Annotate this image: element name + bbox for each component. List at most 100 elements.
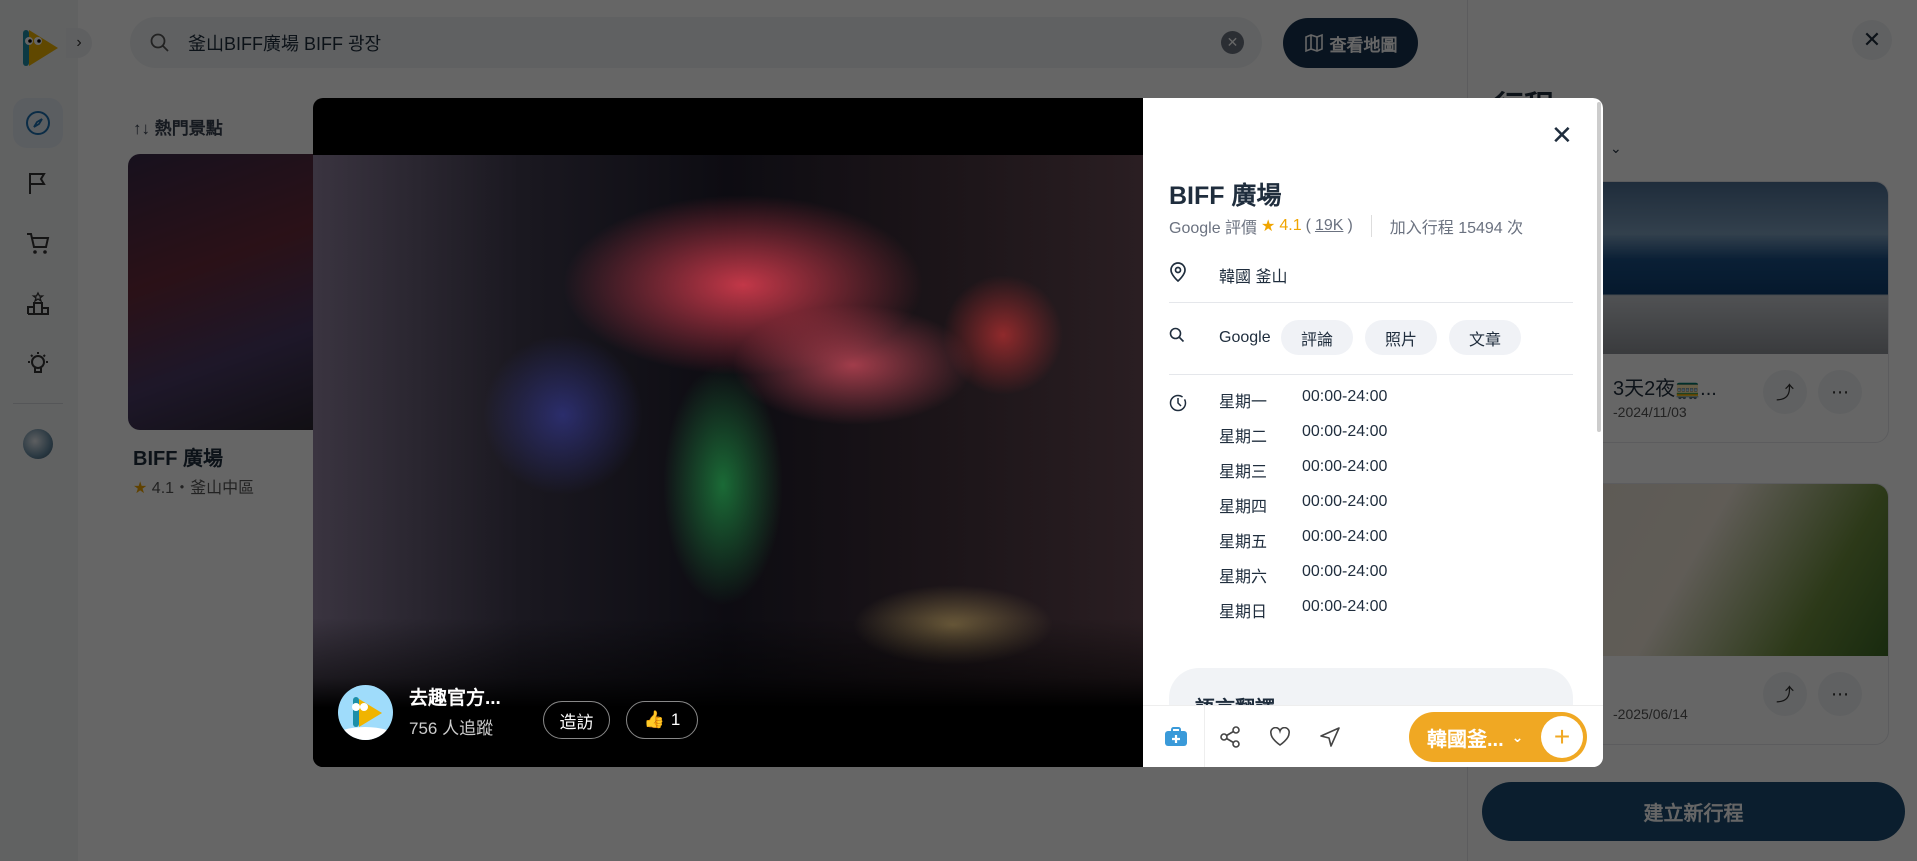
plus-icon[interactable]: + [1541,716,1583,758]
day: 星期六 [1219,569,1268,586]
hours-row: 星期四 00:00-24:00 [1219,493,1387,528]
expand-sidebar-button[interactable]: › [66,28,92,58]
day: 星期四 [1219,499,1268,516]
divider [1370,215,1372,237]
sort-label[interactable]: ↑↓ 熱門景點 [133,114,223,139]
trip-date: -2025/06/14 [1613,706,1688,722]
search-icon [1169,327,1219,348]
day: 星期日 [1219,604,1268,621]
trip-select-label[interactable]: 韓國釜... [1427,723,1504,752]
clock-icon [1169,394,1187,417]
chevron-down-icon: ⌄ [1511,728,1524,745]
place-card-rating: 4.1 [151,480,175,497]
sidebar-divider [13,403,63,404]
chip-reviews[interactable]: 評論 [1281,320,1354,355]
divider [1169,374,1573,375]
more-options-button[interactable]: ⋯ [1818,370,1862,414]
sidebar: › [0,0,92,861]
place-info-panel: ✕ BIFF 廣場 Google 評價 ★ 4.1 (19K) 加入行程 1549… [1143,98,1603,767]
new-trip-button[interactable]: 建立新行程 [1482,782,1905,841]
nav-trips[interactable] [13,158,63,208]
rating-value: 4.1 [1279,217,1302,234]
scrollbar[interactable] [1597,102,1601,432]
location-text: 韓國 釜山 [1219,268,1288,286]
opening-hours: 星期一 00:00-24:00 星期二 00:00-24:00 星期三 00:00-2… [1219,388,1387,633]
search-bar[interactable]: 釜山BIFF廣場 BIFF 광장 ✕ [130,17,1262,68]
share-trip-button[interactable]: ⤴ [1763,370,1807,414]
more-options-button[interactable]: ⋯ [1818,672,1862,716]
time: 00:00-24:00 [1302,458,1388,475]
share-trip-button[interactable]: ⤴ [1763,672,1807,716]
heart-icon[interactable] [1255,712,1305,762]
place-title: BIFF 廣場 [1169,182,1282,210]
add-to-trip-button[interactable]: 韓國釜... ⌄ + [1409,712,1587,762]
like-count: 1 [670,710,681,729]
chevron-down-icon[interactable]: ⌄ [1610,140,1622,157]
time: 00:00-24:00 [1302,598,1388,615]
place-card-meta: ★ 4.1・釜山中區 [133,474,254,498]
nav-explore[interactable] [13,98,63,148]
chip-photos[interactable]: 照片 [1365,320,1438,355]
view-map-button[interactable]: 查看地圖 [1283,18,1418,68]
add-to-collection-icon[interactable] [1147,705,1205,767]
day: 星期五 [1219,534,1268,551]
hours-row: 星期三 00:00-24:00 [1219,458,1387,493]
app-logo[interactable] [20,28,60,68]
search-row: Google 評論 照片 文章 [1169,320,1522,355]
flag-icon [29,173,46,194]
day: 星期一 [1219,394,1268,411]
google-search-label: Google [1219,328,1271,346]
star-icon: ★ [133,480,148,497]
clear-search-button[interactable]: ✕ [1221,31,1244,54]
user-avatar[interactable] [23,429,53,459]
compass-icon [26,111,50,135]
nav-ideas[interactable] [13,338,63,388]
place-modal: 去趣官方... 756 人追蹤 造訪 👍 1 ✕ BIFF 廣場 Google 評… [313,98,1603,767]
podium-icon [27,291,49,315]
time: 00:00-24:00 [1302,528,1388,545]
cart-icon [27,233,50,254]
place-card-area: 釜山中區 [190,480,255,497]
hours-row: 星期五 00:00-24:00 [1219,528,1387,563]
place-card-image[interactable] [128,154,318,430]
view-map-label: 查看地圖 [1329,35,1398,55]
place-card-title[interactable]: BIFF 廣場 [133,442,223,471]
search-input[interactable]: 釜山BIFF廣場 BIFF 광장 [188,30,381,56]
time: 00:00-24:00 [1302,388,1388,405]
action-bar: 韓國釜... ⌄ + [1143,705,1603,767]
reviews-count-link[interactable]: 19K [1315,217,1343,235]
trip-date: -2024/11/03 [1613,404,1687,420]
nav-ranking[interactable] [13,278,63,328]
close-panel-button[interactable]: ✕ [1852,20,1892,60]
author-avatar[interactable] [338,685,393,740]
hours-row: 星期二 00:00-24:00 [1219,423,1387,458]
author-followers: 756 人追蹤 [409,719,494,738]
hours-row: 星期六 00:00-24:00 [1219,563,1387,598]
separator: ・ [174,480,191,497]
time: 00:00-24:00 [1302,423,1388,440]
added-count: 加入行程 15494 次 [1389,220,1524,237]
time: 00:00-24:00 [1302,563,1388,580]
search-icon [150,33,169,52]
google-rating-label: Google 評價 [1169,220,1258,237]
thumbs-up-icon: 👍 [643,710,665,729]
share-icon[interactable] [1205,712,1255,762]
like-button[interactable]: 👍 1 [626,701,698,739]
map-icon [1304,33,1323,53]
author-name[interactable]: 去趣官方... [409,683,501,710]
close-modal-button[interactable]: ✕ [1551,120,1573,151]
place-rating-row: Google 評價 ★ 4.1 (19K) 加入行程 15494 次 [1169,214,1523,238]
divider [1169,302,1573,303]
hours-row: 星期一 00:00-24:00 [1219,388,1387,423]
chip-articles[interactable]: 文章 [1449,320,1522,355]
day: 星期二 [1219,429,1268,446]
time: 00:00-24:00 [1302,493,1388,510]
trip-name: 3天2夜🚃... [1613,378,1717,400]
navigate-icon[interactable] [1305,712,1355,762]
sort-label-text: 熱門景點 [154,119,223,138]
hours-row: 星期日 00:00-24:00 [1219,598,1387,633]
location-row: 韓國 釜山 [1169,262,1287,287]
day: 星期三 [1219,464,1268,481]
visit-button[interactable]: 造訪 [543,701,610,739]
nav-shop[interactable] [13,218,63,268]
